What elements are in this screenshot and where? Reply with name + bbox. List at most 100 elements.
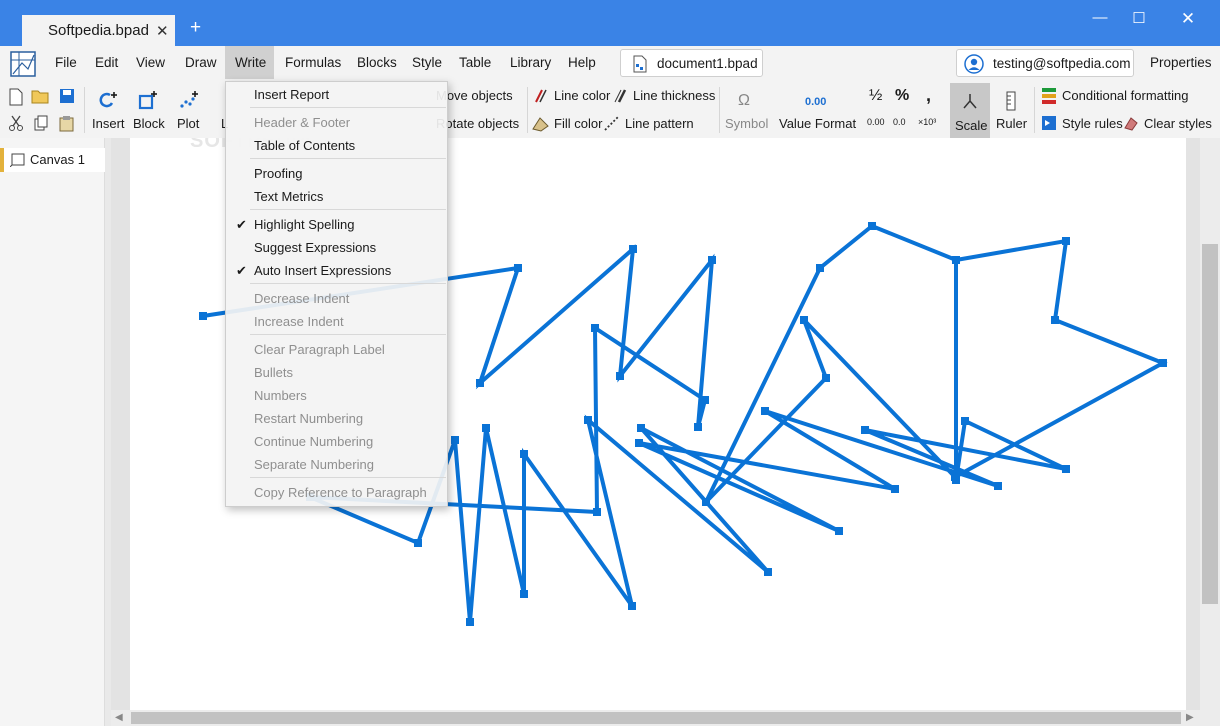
polyline-vertex-handle[interactable]	[414, 539, 422, 547]
polyline-vertex-handle[interactable]	[584, 416, 592, 424]
polyline-vertex-handle[interactable]	[1062, 465, 1070, 473]
polyline-vertex-handle[interactable]	[1062, 237, 1070, 245]
horizontal-scrollbar[interactable]: ◀ ▶	[111, 710, 1200, 726]
cut-icon[interactable]	[8, 115, 24, 132]
canvas-list-item[interactable]: Canvas 1	[0, 148, 105, 172]
scroll-right-arrow[interactable]: ▶	[1186, 712, 1194, 723]
close-tab-icon[interactable]: ✕	[156, 22, 169, 40]
app-logo-icon[interactable]	[8, 49, 38, 79]
polyline-vertex-handle[interactable]	[466, 618, 474, 626]
value-format-button[interactable]: Value Format	[779, 116, 856, 131]
decrease-decimals-button[interactable]: 0.0	[893, 117, 906, 127]
clear-styles-button[interactable]: Clear styles	[1144, 116, 1212, 131]
menu-table-of-contents[interactable]: Table of Contents	[254, 138, 355, 153]
polyline-vertex-handle[interactable]	[1051, 316, 1059, 324]
polyline-vertex-handle[interactable]	[451, 436, 459, 444]
polyline-vertex-handle[interactable]	[800, 316, 808, 324]
polyline-vertex-handle[interactable]	[637, 424, 645, 432]
polyline-vertex-handle[interactable]	[835, 527, 843, 535]
menu-text-metrics[interactable]: Text Metrics	[254, 189, 323, 204]
menu-view[interactable]: View	[126, 46, 175, 79]
polyline-vertex-handle[interactable]	[868, 222, 876, 230]
line-color-button[interactable]: Line color	[554, 88, 610, 103]
polyline-vertex-handle[interactable]	[701, 396, 709, 404]
copy-icon[interactable]	[33, 115, 49, 132]
menu-edit[interactable]: Edit	[85, 46, 128, 79]
close-window-button[interactable]: ✕	[1173, 9, 1203, 33]
properties-button[interactable]: Properties	[1150, 46, 1212, 79]
new-file-icon[interactable]	[8, 88, 24, 106]
menu-proofing[interactable]: Proofing	[254, 166, 302, 181]
ruler-button[interactable]: Ruler	[996, 116, 1027, 131]
block-button[interactable]: Block	[133, 116, 165, 131]
polyline-vertex-handle[interactable]	[476, 379, 484, 387]
polyline-vertex-handle[interactable]	[822, 374, 830, 382]
menu-style[interactable]: Style	[402, 46, 452, 79]
thousands-separator-button[interactable]: ,	[926, 85, 931, 106]
polyline-vertex-handle[interactable]	[764, 568, 772, 576]
polyline-vertex-handle[interactable]	[952, 256, 960, 264]
scroll-left-arrow[interactable]: ◀	[115, 712, 123, 723]
menu-auto-insert-expressions[interactable]: Auto Insert Expressions	[254, 263, 391, 278]
polyline-vertex-handle[interactable]	[520, 590, 528, 598]
menu-formulas[interactable]: Formulas	[275, 46, 351, 79]
increase-decimals-button[interactable]: 0.00	[867, 117, 885, 127]
menu-insert-report[interactable]: Insert Report	[254, 87, 329, 102]
open-folder-icon[interactable]	[31, 88, 51, 105]
polyline-vertex-handle[interactable]	[199, 312, 207, 320]
polyline-vertex-handle[interactable]	[591, 324, 599, 332]
polyline-vertex-handle[interactable]	[628, 602, 636, 610]
vertical-scroll-thumb[interactable]	[1202, 244, 1218, 604]
symbol-button[interactable]: Symbol	[725, 116, 768, 131]
polyline-vertex-handle[interactable]	[629, 245, 637, 253]
menu-table[interactable]: Table	[449, 46, 501, 79]
plot-button[interactable]: Plot	[177, 116, 199, 131]
polyline-vertex-handle[interactable]	[761, 407, 769, 415]
document-selector[interactable]: document1.bpad	[620, 49, 763, 77]
vertical-scrollbar[interactable]	[1200, 138, 1220, 726]
new-tab-button[interactable]: +	[190, 18, 201, 37]
polyline-vertex-handle[interactable]	[951, 473, 959, 481]
minimize-button[interactable]: —	[1085, 9, 1115, 33]
polyline-vertex-handle[interactable]	[635, 439, 643, 447]
paste-icon[interactable]	[58, 115, 75, 132]
save-icon[interactable]	[59, 88, 75, 104]
percent-format-button[interactable]: %	[895, 87, 909, 105]
menu-file[interactable]: File	[45, 46, 87, 79]
scale-button[interactable]: Scale	[950, 83, 990, 138]
menu-suggest-expressions[interactable]: Suggest Expressions	[254, 240, 376, 255]
line-pattern-button[interactable]: Line pattern	[625, 116, 694, 131]
menu-draw[interactable]: Draw	[175, 46, 227, 79]
scientific-format-button[interactable]: ×10³	[918, 117, 936, 127]
polyline-vertex-handle[interactable]	[891, 485, 899, 493]
polyline-vertex-handle[interactable]	[816, 264, 824, 272]
polyline-vertex-handle[interactable]	[520, 450, 528, 458]
insert-button[interactable]: Insert	[92, 116, 125, 131]
polyline-vertex-handle[interactable]	[616, 372, 624, 380]
polyline-vertex-handle[interactable]	[702, 498, 710, 506]
maximize-button[interactable]: ☐	[1124, 9, 1154, 33]
fraction-format-button[interactable]: ½	[869, 87, 882, 105]
polyline-vertex-handle[interactable]	[708, 256, 716, 264]
account-button[interactable]: testing@softpedia.com	[956, 49, 1134, 77]
rotate-objects-button[interactable]: Rotate objects	[436, 116, 519, 131]
style-rules-button[interactable]: Style rules	[1062, 116, 1123, 131]
polyline-vertex-handle[interactable]	[961, 417, 969, 425]
fill-color-button[interactable]: Fill color	[554, 116, 602, 131]
menu-help[interactable]: Help	[558, 46, 606, 79]
horizontal-scroll-thumb[interactable]	[131, 712, 1181, 724]
menu-blocks[interactable]: Blocks	[347, 46, 407, 79]
polyline-vertex-handle[interactable]	[482, 424, 490, 432]
polyline-vertex-handle[interactable]	[593, 508, 601, 516]
menu-highlight-spelling[interactable]: Highlight Spelling	[254, 217, 354, 232]
polyline-vertex-handle[interactable]	[694, 423, 702, 431]
polyline-vertex-handle[interactable]	[1159, 359, 1167, 367]
polyline-vertex-handle[interactable]	[861, 426, 869, 434]
polyline-vertex-handle[interactable]	[514, 264, 522, 272]
menu-write[interactable]: Write	[225, 46, 274, 79]
polyline-vertex-handle[interactable]	[994, 482, 1002, 490]
document-tab[interactable]: Softpedia.bpad ✕	[22, 15, 175, 46]
menu-library[interactable]: Library	[500, 46, 561, 79]
conditional-formatting-button[interactable]: Conditional formatting	[1062, 88, 1188, 103]
line-thickness-button[interactable]: Line thickness	[633, 88, 715, 103]
